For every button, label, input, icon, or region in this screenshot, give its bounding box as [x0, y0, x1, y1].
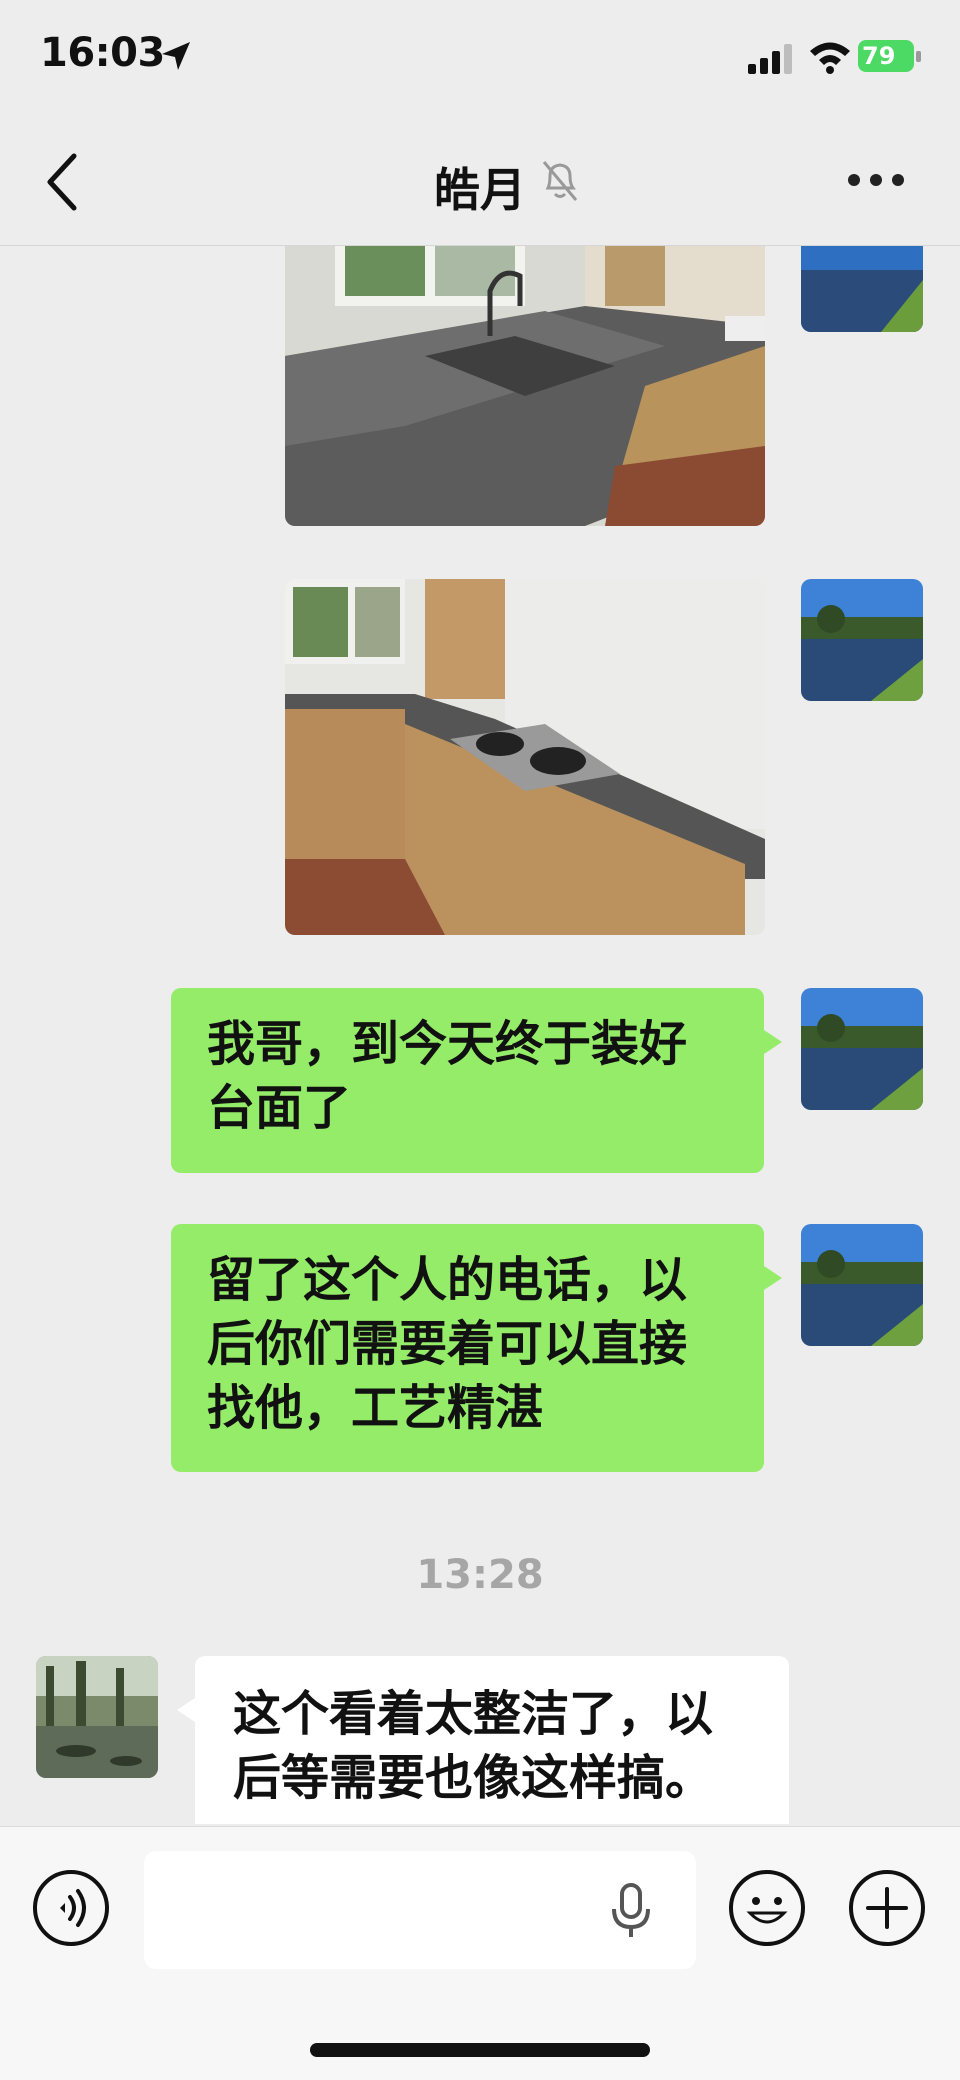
pond-landscape-avatar: [36, 1656, 158, 1778]
image-message[interactable]: [285, 579, 765, 935]
message-timestamp: 13:28: [416, 1552, 544, 1598]
status-time: 16:03: [40, 30, 165, 76]
battery-level: 79: [862, 42, 896, 70]
message-text: 我哥，到今天终于装好台面了: [207, 1016, 688, 1136]
message-text: 留了这个人的电话，以后你们需要着可以直接找他，工艺精湛: [207, 1252, 688, 1436]
more-dot: [892, 174, 904, 186]
more-dot: [848, 174, 860, 186]
image-message[interactable]: [285, 246, 765, 526]
kitchen-sink-photo: [285, 246, 765, 526]
mute-bell-icon: [542, 161, 578, 201]
message-list[interactable]: 我哥，到今天终于装好台面了 留了这个人的电话，以后你们需要着可以直接找他，工艺精…: [0, 246, 960, 1824]
voice-icon[interactable]: [32, 1869, 110, 1947]
plus-icon[interactable]: [848, 1869, 926, 1947]
battery-body: 79: [858, 40, 914, 72]
my-avatar[interactable]: [801, 246, 923, 332]
contact-avatar[interactable]: [36, 1656, 158, 1778]
lake-landscape-avatar: [801, 579, 923, 701]
more-dot: [870, 174, 882, 186]
my-avatar[interactable]: [801, 579, 923, 701]
emoji-icon[interactable]: [728, 1869, 806, 1947]
outgoing-message-bubble[interactable]: 我哥，到今天终于装好台面了: [171, 988, 782, 1173]
status-bar: 16:03 79: [0, 0, 960, 120]
input-bar: [0, 1826, 960, 2080]
battery-tip: [916, 51, 921, 62]
message-text: 这个看着太整洁了，以后等需要也像这样搞。: [233, 1686, 714, 1806]
more-options-button[interactable]: [846, 168, 906, 190]
lake-landscape-avatar: [801, 246, 923, 332]
wifi-icon: [810, 42, 850, 74]
my-avatar[interactable]: [801, 1224, 923, 1346]
signal-icon: [748, 44, 792, 74]
my-avatar[interactable]: [801, 988, 923, 1110]
home-indicator[interactable]: [310, 2043, 650, 2057]
chat-title: 皓月: [434, 163, 526, 217]
lake-landscape-avatar: [801, 988, 923, 1110]
mic-icon[interactable]: [606, 1881, 656, 1941]
chat-header: 皓月: [0, 120, 960, 246]
kitchen-stove-photo: [285, 579, 765, 935]
battery-icon: 79: [858, 40, 924, 74]
lake-landscape-avatar: [801, 1224, 923, 1346]
location-arrow-icon: [162, 42, 190, 70]
incoming-message-bubble[interactable]: 这个看着太整洁了，以后等需要也像这样搞。: [177, 1656, 789, 1824]
outgoing-message-bubble[interactable]: 留了这个人的电话，以后你们需要着可以直接找他，工艺精湛: [171, 1224, 782, 1472]
message-input[interactable]: [144, 1851, 696, 1969]
